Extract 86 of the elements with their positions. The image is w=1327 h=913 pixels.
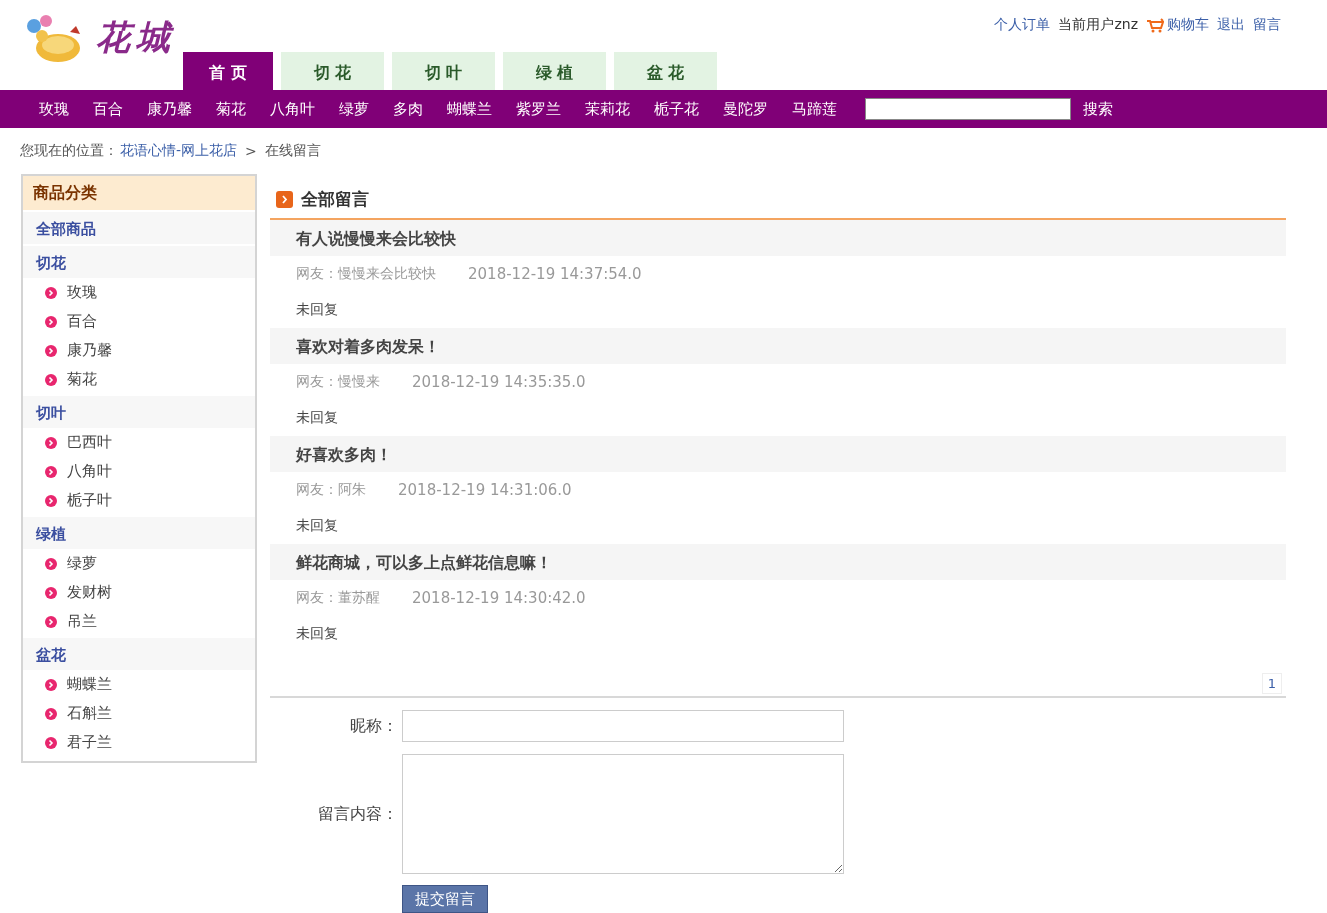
nav-link[interactable]: 马蹄莲	[780, 99, 849, 119]
reply-status: 未回复	[296, 301, 338, 319]
message-time: 2018-12-19 14:35:35.0	[412, 373, 586, 391]
bullet-icon	[45, 678, 57, 691]
bullet-icon	[45, 494, 57, 507]
bullet-icon	[45, 557, 57, 570]
message-title: 好喜欢多肉！	[270, 436, 1286, 472]
section-title: 全部留言	[301, 187, 369, 211]
nickname-field[interactable]	[402, 710, 844, 742]
content-label: 留言内容：	[317, 803, 398, 825]
bullet-icon	[45, 436, 57, 449]
nav-link[interactable]: 康乃馨	[135, 99, 204, 119]
breadcrumb-current: 在线留言	[264, 142, 321, 160]
nav-link[interactable]: 绿萝	[327, 99, 381, 119]
nav-link[interactable]: 八角叶	[258, 99, 327, 119]
subcategory-link[interactable]: 百合	[67, 312, 97, 331]
message-title: 鲜花商城，可以多上点鲜花信息嘛！	[270, 544, 1286, 580]
nav-tab[interactable]: 盆 花	[614, 52, 717, 90]
category-link[interactable]: 切叶	[23, 396, 255, 428]
nav-link[interactable]: 紫罗兰	[504, 99, 573, 119]
nav-tab[interactable]: 绿 植	[503, 52, 606, 90]
top-link[interactable]: 退出	[1217, 16, 1245, 34]
subcategory-link[interactable]: 发财树	[67, 583, 112, 602]
subcategory-link[interactable]: 八角叶	[67, 462, 112, 481]
reply-status: 未回复	[296, 517, 338, 535]
search-field[interactable]	[865, 98, 1071, 120]
message-title: 有人说慢慢来会比较快	[270, 220, 1286, 256]
message-author: 网友：阿朱	[296, 481, 366, 499]
subcategory-link[interactable]: 巴西叶	[67, 433, 112, 452]
nav-link[interactable]: 多肉	[381, 99, 435, 119]
message-time: 2018-12-19 14:31:06.0	[398, 481, 572, 499]
search-button[interactable]: 搜索	[1083, 99, 1113, 119]
subcategory-link[interactable]: 石斛兰	[67, 704, 112, 723]
bullet-icon	[45, 615, 57, 628]
nav-link[interactable]: 蝴蝶兰	[435, 99, 504, 119]
message-time: 2018-12-19 14:37:54.0	[468, 265, 642, 283]
subcategory-link[interactable]: 吊兰	[67, 612, 97, 631]
nickname-label: 昵称：	[349, 715, 398, 737]
nav-link[interactable]: 菊花	[204, 99, 258, 119]
subcategory-link[interactable]: 栀子叶	[67, 491, 112, 510]
category-link[interactable]: 盆花	[23, 638, 255, 670]
bullet-icon	[45, 315, 57, 328]
breadcrumb-link[interactable]: 花语心情-网上花店	[120, 142, 238, 160]
logo-text[interactable]: 花城	[96, 15, 176, 61]
nav-link[interactable]: 曼陀罗	[711, 99, 780, 119]
reply-status: 未回复	[296, 409, 338, 427]
category-link[interactable]: 切花	[23, 246, 255, 278]
current-user-text: 当前用户znz	[1058, 16, 1138, 34]
message-field[interactable]	[402, 754, 844, 874]
nav-tab[interactable]: 首 页	[183, 52, 273, 90]
bullet-icon	[45, 373, 57, 386]
top-link[interactable]: 留言	[1253, 16, 1281, 34]
nav-tab[interactable]: 切 花	[281, 52, 384, 90]
subcategory-link[interactable]: 君子兰	[67, 733, 112, 752]
subcategory-link[interactable]: 绿萝	[67, 554, 97, 573]
message-title: 喜欢对着多肉发呆！	[270, 328, 1286, 364]
top-link[interactable]: 个人订单	[994, 16, 1051, 34]
cart-icon	[1146, 17, 1164, 33]
message-author: 网友：慢慢来会比较快	[296, 265, 436, 283]
category-link[interactable]: 绿植	[23, 517, 255, 549]
bullet-icon	[45, 707, 57, 720]
message-author: 网友：董苏醒	[296, 589, 380, 607]
subcategory-link[interactable]: 蝴蝶兰	[67, 675, 112, 694]
nav-link[interactable]: 栀子花	[642, 99, 711, 119]
cart-link[interactable]: 购物车	[1146, 16, 1209, 34]
bullet-icon	[45, 736, 57, 749]
message-time: 2018-12-19 14:30:42.0	[412, 589, 586, 607]
bullet-icon	[45, 586, 57, 599]
nav-link[interactable]: 玫瑰	[27, 99, 81, 119]
category-link[interactable]: 全部商品	[23, 212, 255, 244]
message-author: 网友：慢慢来	[296, 373, 380, 391]
subcategory-link[interactable]: 玫瑰	[67, 283, 97, 302]
subcategory-link[interactable]: 康乃馨	[67, 341, 112, 360]
panel-title: 商品分类	[23, 176, 255, 210]
reply-status: 未回复	[296, 625, 338, 643]
nav-link[interactable]: 百合	[81, 99, 135, 119]
breadcrumb-separator: >	[245, 143, 257, 159]
bullet-icon	[45, 344, 57, 357]
bullet-icon	[45, 286, 57, 299]
submit-button[interactable]: 提交留言	[402, 885, 488, 913]
nav-link[interactable]: 茉莉花	[573, 99, 642, 119]
nav-tab[interactable]: 切 叶	[392, 52, 495, 90]
bullet-icon	[45, 465, 57, 478]
page-link[interactable]: 1	[1261, 673, 1282, 694]
subcategory-link[interactable]: 菊花	[67, 370, 97, 389]
breadcrumb-label: 您现在的位置：	[20, 142, 118, 160]
